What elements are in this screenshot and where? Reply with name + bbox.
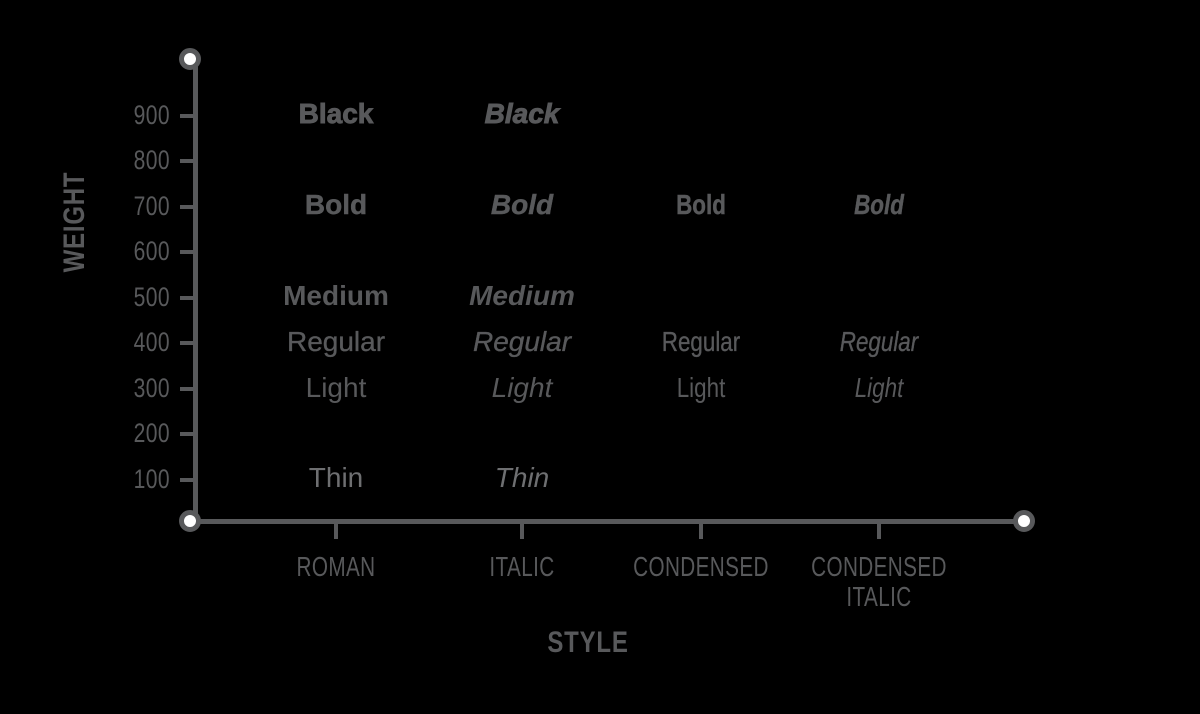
y-tick-mark-500 xyxy=(180,296,194,300)
y-tick-label-200: 200 xyxy=(133,418,170,448)
data-point-italic-bold: Bold xyxy=(490,189,554,220)
y-tick-label-700: 700 xyxy=(133,191,170,221)
y-tick-mark-300 xyxy=(180,387,194,391)
data-point-italic-regular: Regular xyxy=(472,326,572,357)
y-tick-label-300: 300 xyxy=(133,373,170,403)
x-axis-title: STYLE xyxy=(547,626,629,659)
y-tick-label-800: 800 xyxy=(133,145,170,175)
y-tick-mark-700 xyxy=(180,205,194,209)
data-point-italic-thin: Thin xyxy=(494,462,550,493)
y-tick-label-600: 600 xyxy=(133,236,170,266)
x-tick-label-italic: ITALIC xyxy=(489,551,555,582)
y-axis-line xyxy=(193,60,198,524)
data-point-italic-medium: Medium xyxy=(469,280,575,311)
x-axis-line xyxy=(193,519,1031,524)
y-tick-mark-900 xyxy=(180,114,194,118)
y-tick-label-400: 400 xyxy=(133,327,170,357)
x-tick-mark-italic xyxy=(520,524,524,539)
y-tick-mark-100 xyxy=(180,478,194,482)
y-axis-endpoint-marker xyxy=(179,48,201,70)
axis-origin-marker xyxy=(179,510,201,532)
y-tick-mark-600 xyxy=(180,250,194,254)
chart-canvas: 900 800 700 600 500 400 300 200 100 ROMA… xyxy=(0,0,1200,714)
data-point-condensed-italic-bold: Bold xyxy=(854,189,904,220)
y-axis-title: WEIGHT xyxy=(58,171,91,273)
data-point-condensed-italic-regular: Regular xyxy=(839,326,919,357)
x-tick-mark-condensed-italic xyxy=(877,524,881,539)
y-tick-label-500: 500 xyxy=(133,282,170,312)
y-tick-label-900: 900 xyxy=(133,100,170,130)
x-tick-mark-condensed xyxy=(699,524,703,539)
y-tick-mark-200 xyxy=(180,432,194,436)
x-axis-endpoint-marker xyxy=(1013,510,1035,532)
data-point-condensed-italic-light: Light xyxy=(854,372,904,403)
x-tick-mark-roman xyxy=(334,524,338,539)
data-point-italic-light: Light xyxy=(491,372,553,403)
x-tick-label-condensed-italic: CONDENSED ITALIC xyxy=(811,551,947,613)
data-point-condensed-bold: Bold xyxy=(676,189,726,220)
x-tick-label-roman: ROMAN xyxy=(296,551,376,582)
x-tick-label-condensed: CONDENSED xyxy=(633,551,769,582)
data-point-condensed-light: Light xyxy=(676,372,726,403)
data-point-condensed-regular: Regular xyxy=(661,326,741,357)
data-point-italic-black: Black xyxy=(484,98,560,129)
y-tick-mark-800 xyxy=(180,159,194,163)
y-tick-mark-400 xyxy=(180,341,194,345)
y-tick-label-100: 100 xyxy=(133,464,170,494)
